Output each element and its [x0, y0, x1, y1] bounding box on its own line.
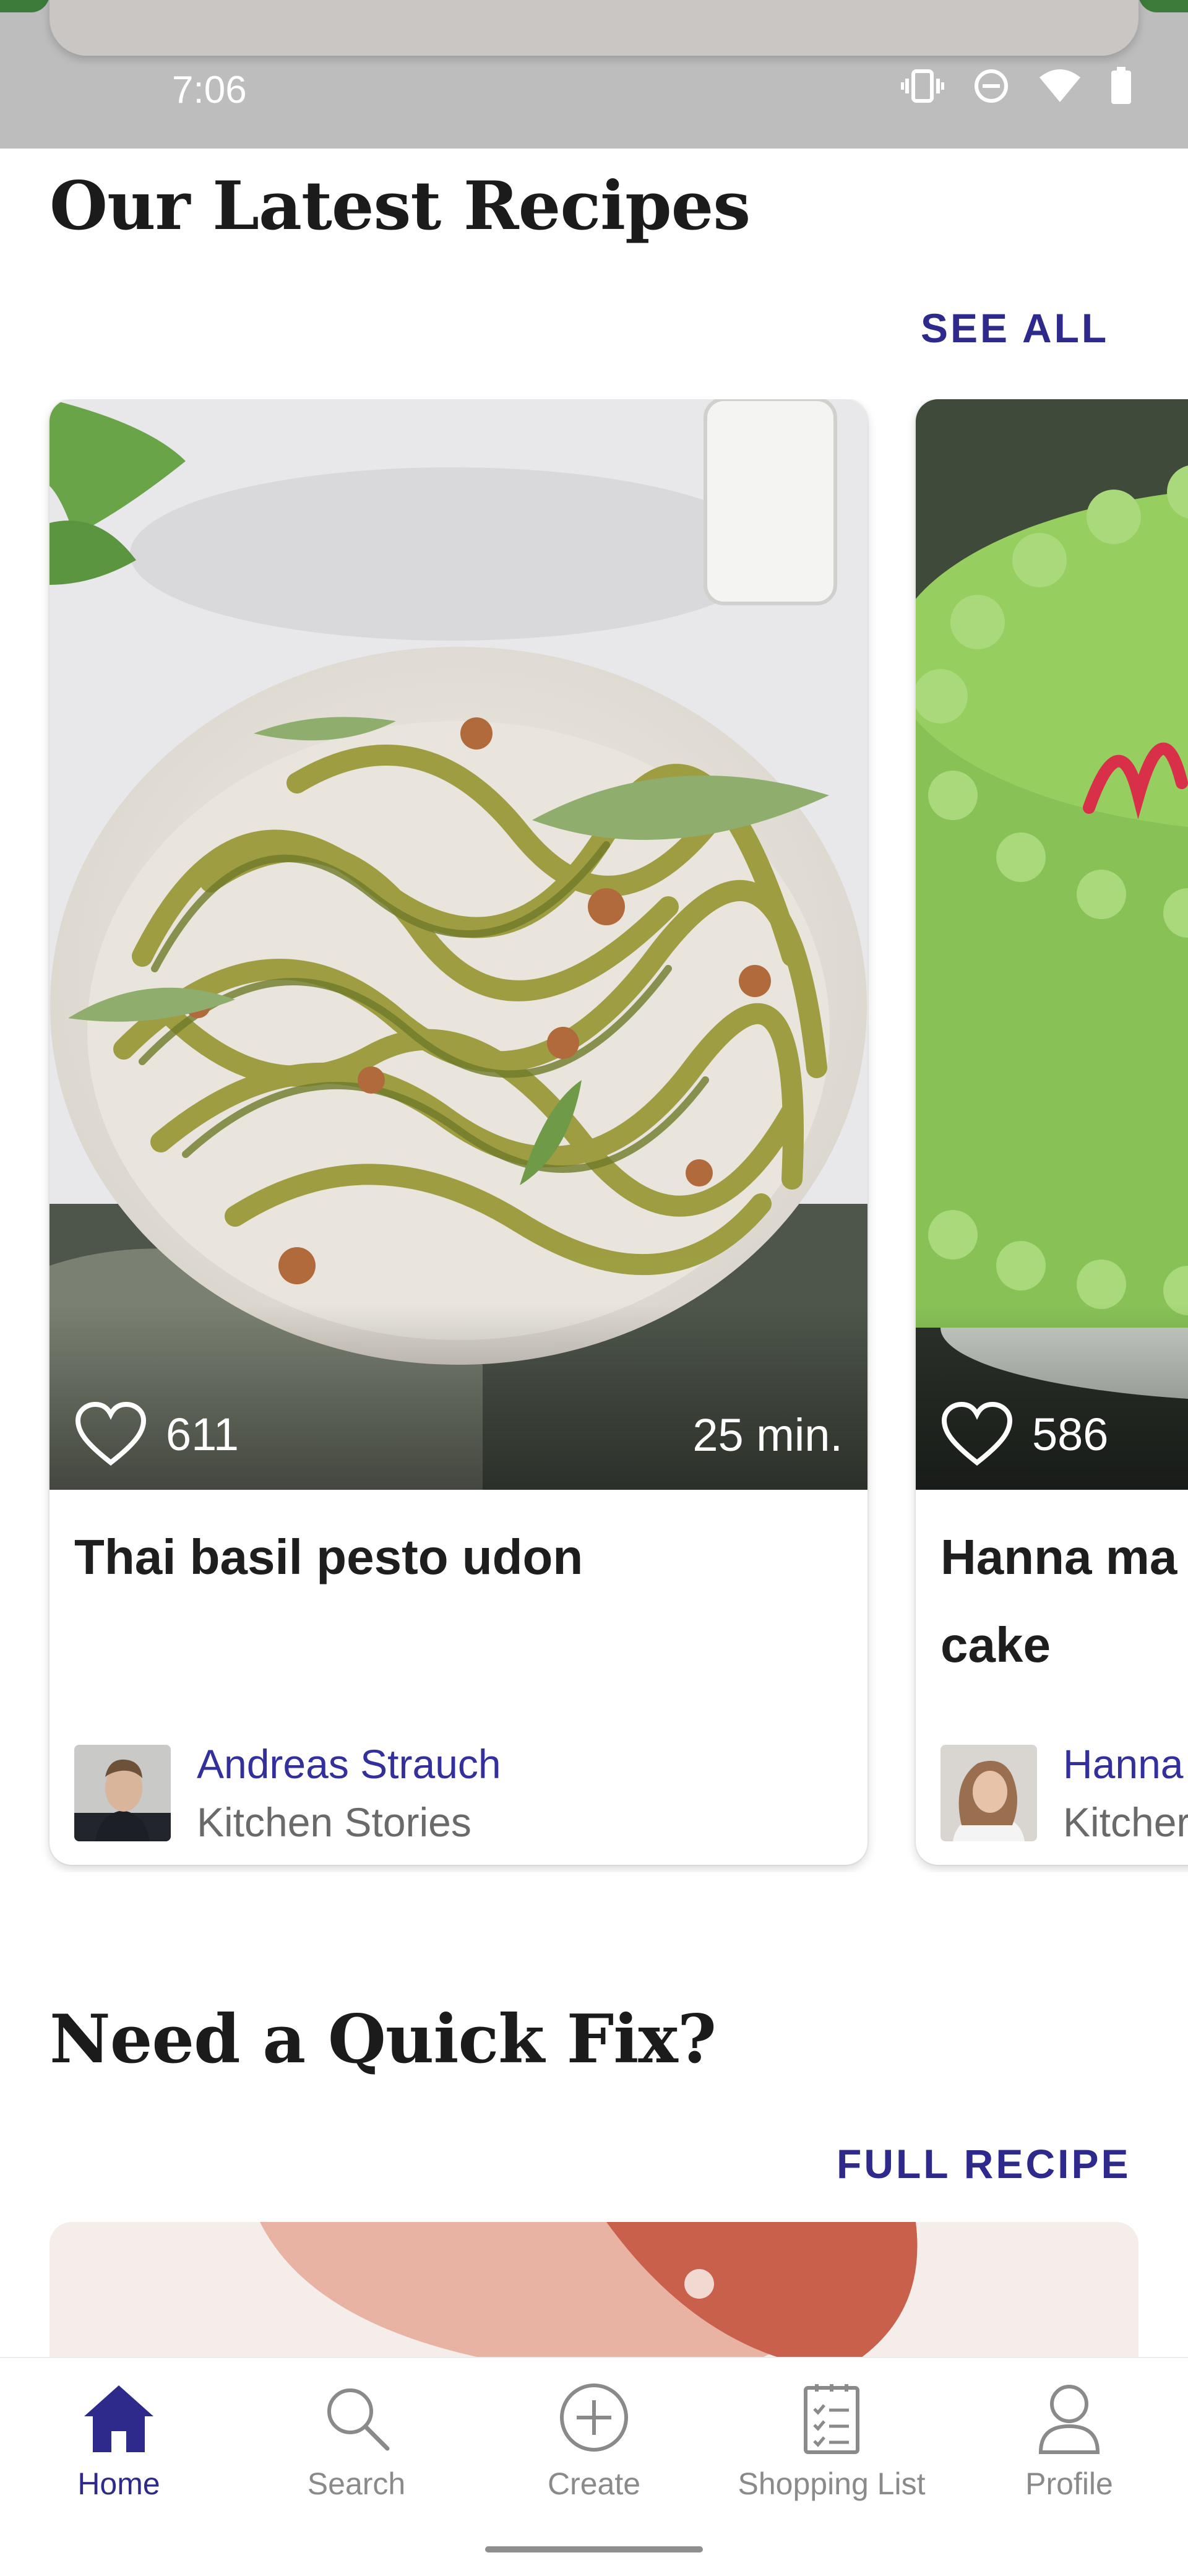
- recipe-title[interactable]: Thai basil pesto udon: [74, 1513, 842, 1601]
- background-leaf: [1138, 0, 1188, 12]
- author[interactable]: Hanna Kitcher: [940, 1735, 1188, 1851]
- recipe-card[interactable]: 611 25 min. Thai basil pesto udon Andrea…: [50, 399, 867, 1865]
- battery-icon: [1111, 67, 1131, 104]
- cook-duration: 25 min.: [692, 1409, 843, 1461]
- nav-profile[interactable]: Profile: [950, 2382, 1188, 2502]
- heart-icon[interactable]: [940, 1402, 1014, 1466]
- nav-home[interactable]: Home: [0, 2382, 238, 2502]
- see-all-button[interactable]: SEE ALL: [921, 305, 1109, 352]
- likes-count: 611: [166, 1408, 239, 1460]
- author-avatar-image: [940, 1745, 1037, 1841]
- nav-create[interactable]: Create: [475, 2382, 713, 2502]
- plus-circle-icon: [560, 2384, 628, 2452]
- author-name[interactable]: Hanna: [1063, 1735, 1188, 1793]
- person-icon: [1038, 2385, 1100, 2454]
- avatar: [940, 1745, 1037, 1841]
- wifi-icon: [1040, 69, 1080, 102]
- recipe-image-cake: 586: [916, 399, 1188, 1490]
- likes: 586: [940, 1402, 1108, 1466]
- bottom-navigation: Home Search Create Shopping List Profile: [0, 2357, 1188, 2576]
- status-time: 7:06: [172, 69, 247, 111]
- recipe-carousel[interactable]: 611 25 min. Thai basil pesto udon Andrea…: [0, 399, 1188, 1872]
- previous-card-edge: [50, 0, 1138, 56]
- status-icons: [901, 67, 1132, 105]
- nav-search[interactable]: Search: [238, 2382, 475, 2502]
- author-org: Kitcher: [1063, 1799, 1188, 1845]
- quick-fix-title: Need a Quick Fix?: [50, 2000, 717, 2078]
- background-leaf: [0, 0, 50, 12]
- avatar: [74, 1745, 171, 1841]
- recipe-title[interactable]: Hanna ma cake: [940, 1513, 1188, 1689]
- likes: 611: [74, 1402, 239, 1466]
- recipe-image-pesto-udon: 611 25 min.: [50, 399, 867, 1490]
- vibrate-icon: [901, 69, 944, 103]
- nav-label: Shopping List: [738, 2466, 926, 2501]
- author[interactable]: Andreas Strauch Kitchen Stories: [74, 1735, 501, 1851]
- likes-count: 586: [1032, 1408, 1109, 1460]
- recipe-card[interactable]: 586 Hanna ma cake Hanna Kitcher: [916, 399, 1188, 1865]
- do-not-disturb-icon: [975, 69, 1008, 103]
- nav-shopping-list[interactable]: Shopping List: [713, 2382, 950, 2502]
- status-bar: 7:06: [0, 0, 1188, 149]
- nav-label: Search: [307, 2466, 406, 2501]
- author-org: Kitchen Stories: [197, 1799, 471, 1845]
- nav-label: Home: [77, 2466, 160, 2501]
- latest-recipes-title: Our Latest Recipes: [50, 167, 751, 245]
- heart-icon[interactable]: [74, 1402, 147, 1466]
- nav-label: Create: [547, 2466, 641, 2501]
- nav-label: Profile: [1025, 2466, 1113, 2501]
- search-icon: [327, 2388, 390, 2451]
- home-indicator: [485, 2546, 703, 2552]
- author-name[interactable]: Andreas Strauch: [197, 1735, 501, 1793]
- full-recipe-button[interactable]: FULL RECIPE: [837, 2140, 1130, 2187]
- home-icon: [84, 2385, 153, 2452]
- author-avatar-image: [74, 1745, 171, 1841]
- checklist-icon: [804, 2384, 859, 2454]
